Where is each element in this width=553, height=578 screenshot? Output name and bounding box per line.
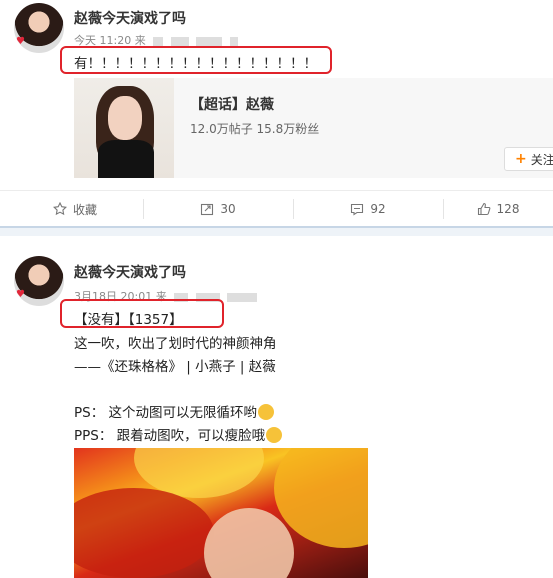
comment-button[interactable]: 92 [293,191,443,227]
highlight-box [60,46,332,74]
username[interactable]: 赵薇今天演戏了吗 [74,262,186,282]
post-separator [0,226,553,236]
star-icon [53,202,67,216]
follow-label: 关注 [530,152,553,167]
heart-badge-icon: ♥ [16,36,25,47]
blurred-source [196,36,223,46]
repost-icon [201,203,214,216]
post-line-pps: PPS： 跟着动图吹，可以瘦脸哦 [74,424,283,444]
plus-icon: + [515,151,527,167]
like-count: 128 [496,202,520,216]
post-line-tags: 【没有】【1357】 [74,312,183,328]
weibo-post-2: ♥ 赵薇今天演戏了吗 3月18日 20:01 来 【没有】【1357】 这一吹，… [0,236,553,578]
blurred-source [170,36,189,46]
heart-badge-icon: ♥ [16,289,25,300]
thumbs-up-icon [477,202,490,216]
comment-icon [351,203,364,216]
supertopic-thumbnail [74,78,174,178]
blurred-source [227,292,258,302]
post-line-ps: PS： 这个动图可以无限循环哟 [74,401,275,421]
comment-count: 92 [370,202,386,216]
user-avatar[interactable]: ♥ [14,3,64,53]
like-button[interactable]: 128 [443,191,553,227]
blurred-source [153,36,164,46]
follow-button[interactable]: + 关注 [504,147,553,171]
supertopic-card[interactable]: 【超话】赵薇 12.0万帖子 15.8万粉丝 + 关注 [74,78,553,178]
post-gif-image[interactable] [74,448,368,578]
blurred-source [229,36,238,46]
favorite-label: 收藏 [72,202,97,217]
post-line-2: ——《还珠格格》 | 小燕子 | 赵薇 [74,359,276,375]
repost-count: 30 [220,202,236,216]
weibo-post-1: ♥ 赵薇今天演戏了吗 今天 11:20 来 有！！！！！！！！！！！！！！！！！… [0,0,553,226]
favorite-button[interactable]: 收藏 [0,191,150,227]
post-line-1: 这一吹，吹出了划时代的神颜神角 [74,336,277,352]
username[interactable]: 赵薇今天演戏了吗 [74,8,186,28]
post-action-bar: 收藏 30 92 128 [0,190,553,226]
repost-button[interactable]: 30 [143,191,293,227]
supertopic-stats: 12.0万帖子 15.8万粉丝 [190,122,320,136]
supertopic-title: 【超话】赵薇 [190,97,274,113]
user-avatar[interactable]: ♥ [14,256,64,306]
cat-emoji-icon [266,427,283,443]
shocked-emoji-icon [258,404,275,420]
